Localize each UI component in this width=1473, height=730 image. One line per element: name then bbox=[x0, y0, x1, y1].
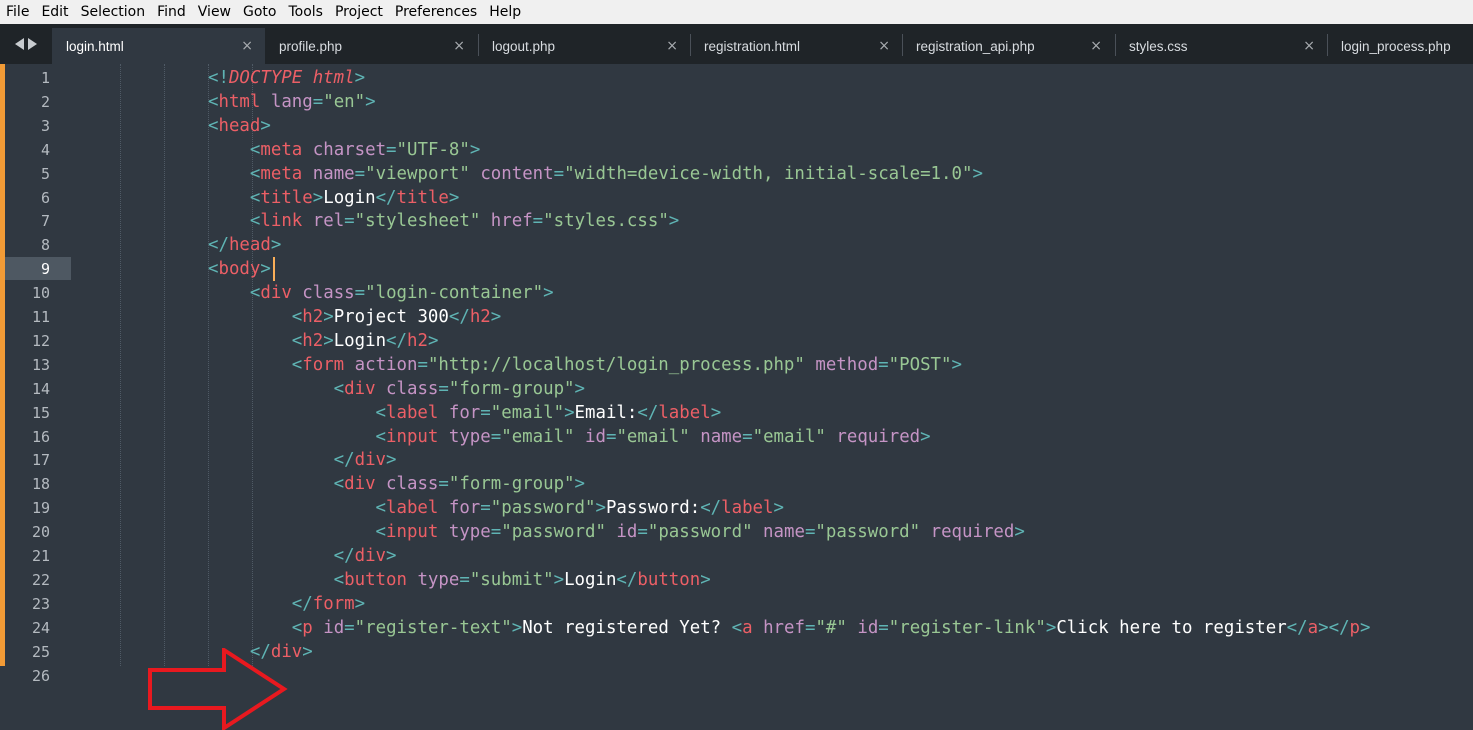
line-number: 5 bbox=[40, 164, 50, 183]
tab-separator bbox=[690, 34, 691, 56]
code-line: <html lang="en"> bbox=[208, 91, 376, 112]
line-number: 9 bbox=[40, 260, 50, 279]
code-line: <meta name="viewport" content="width=dev… bbox=[249, 163, 983, 184]
close-icon[interactable]: × bbox=[666, 38, 678, 54]
line-number-gutter: 1 2 3 4 5 6 7 8 9 10 11 12 13 14 15 16 17 18 19 20 21 22 23 24 2… bbox=[5, 64, 75, 685]
tab-bar: login.html × profile.php × logout.php × regist… bbox=[0, 24, 1473, 64]
tab-separator bbox=[1327, 34, 1328, 56]
code-line: <p id="register-text">Not registered Yet… bbox=[291, 617, 1371, 638]
code-line: <head> bbox=[208, 115, 271, 136]
close-icon[interactable]: × bbox=[1303, 38, 1315, 54]
tab-registration-html[interactable]: registration.html × bbox=[690, 28, 902, 64]
tab-separator bbox=[902, 34, 903, 56]
code-line: <h2>Login</h2> bbox=[291, 330, 439, 351]
tab-label: registration.html bbox=[704, 38, 801, 54]
code-line: <meta charset="UTF-8"> bbox=[249, 139, 481, 160]
tab-label: login.html bbox=[66, 38, 124, 54]
tab-login-process-php[interactable]: login_process.php bbox=[1327, 28, 1473, 64]
tab-logout-php[interactable]: logout.php × bbox=[478, 28, 690, 64]
tab-navigation bbox=[0, 24, 52, 64]
code-line: <button type="submit">Login</button> bbox=[333, 569, 711, 590]
menu-project[interactable]: Project bbox=[329, 0, 389, 24]
line-number: 4 bbox=[40, 140, 50, 159]
close-icon[interactable]: × bbox=[1090, 38, 1102, 54]
line-number: 3 bbox=[40, 116, 50, 135]
line-number: 1 bbox=[40, 69, 50, 87]
menu-tools[interactable]: Tools bbox=[282, 0, 329, 24]
code-line: <form action="http://localhost/login_pro… bbox=[291, 354, 962, 375]
code-line: <div class="form-group"> bbox=[333, 378, 585, 399]
line-number: 21 bbox=[31, 547, 50, 565]
code-line: <body> bbox=[208, 259, 271, 280]
code-line: </div> bbox=[333, 546, 397, 566]
code-line: <title>Login</title> bbox=[249, 187, 460, 208]
menu-find[interactable]: Find bbox=[151, 0, 192, 24]
tab-styles-css[interactable]: styles.css × bbox=[1115, 28, 1327, 64]
tab-profile-php[interactable]: profile.php × bbox=[265, 28, 477, 64]
line-number: 2 bbox=[40, 92, 50, 111]
line-number: 17 bbox=[31, 451, 50, 470]
line-number: 14 bbox=[31, 379, 50, 398]
menu-preferences[interactable]: Preferences bbox=[389, 0, 483, 24]
menu-goto[interactable]: Goto bbox=[237, 0, 282, 24]
line-number: 25 bbox=[31, 642, 50, 661]
line-number: 20 bbox=[31, 523, 50, 542]
tab-login-html[interactable]: login.html × bbox=[52, 28, 265, 64]
line-number: 13 bbox=[31, 355, 50, 374]
indent-guide bbox=[164, 64, 165, 666]
line-number: 22 bbox=[31, 570, 50, 589]
line-number: 11 bbox=[31, 308, 50, 326]
code-line: </head> bbox=[208, 235, 282, 256]
tab-label: profile.php bbox=[279, 38, 343, 54]
line-number: 23 bbox=[31, 594, 50, 613]
close-icon[interactable]: × bbox=[453, 38, 465, 54]
code-line: </form> bbox=[291, 593, 366, 614]
menu-view[interactable]: View bbox=[192, 0, 237, 24]
indent-guide bbox=[120, 64, 121, 666]
code-editor[interactable]: 1 2 3 4 5 6 7 8 9 10 11 12 13 14 15 16 17 18 19 20 21 22 23 24 2… bbox=[0, 64, 1473, 730]
code-line: <h2>Project 300</h2> bbox=[291, 307, 502, 327]
code-line: <label for="password">Password:</label> bbox=[375, 498, 784, 519]
close-icon[interactable]: × bbox=[878, 38, 890, 54]
menu-file[interactable]: File bbox=[0, 0, 35, 24]
tab-registration-api-php[interactable]: registration_api.php × bbox=[902, 28, 1114, 64]
nav-left-arrow-icon[interactable] bbox=[15, 38, 24, 50]
menu-edit[interactable]: Edit bbox=[35, 0, 74, 24]
menu-bar: File Edit Selection Find View Goto Tools Projec… bbox=[0, 0, 1473, 24]
line-number: 6 bbox=[40, 188, 50, 207]
text-caret bbox=[273, 257, 276, 282]
line-number: 10 bbox=[31, 284, 50, 303]
code-line: </div> bbox=[333, 450, 397, 471]
line-number: 7 bbox=[40, 212, 50, 231]
line-number: 18 bbox=[31, 475, 50, 494]
menu-help[interactable]: Help bbox=[483, 0, 527, 24]
code-line: <label for="email">Email:</label> bbox=[375, 402, 722, 423]
code-line: <div class="login-container"> bbox=[249, 283, 554, 304]
annotation-arrow-icon bbox=[148, 648, 288, 730]
code-area[interactable]: <!DOCTYPE html> <html lang="en"> <head> <m… bbox=[75, 64, 1473, 666]
tab-label: styles.css bbox=[1129, 38, 1188, 54]
tab-label: login_process.php bbox=[1341, 38, 1451, 54]
line-number: 19 bbox=[31, 499, 50, 518]
tab-label: logout.php bbox=[492, 38, 556, 54]
line-number: 26 bbox=[31, 666, 50, 685]
code-line: <input type="email" id="email" name="ema… bbox=[375, 426, 931, 447]
code-line: <input type="password" id="password" nam… bbox=[375, 522, 1025, 543]
tab-separator bbox=[1115, 34, 1116, 56]
code-line: <link rel="stylesheet" href="styles.css"… bbox=[249, 211, 680, 232]
menu-selection[interactable]: Selection bbox=[75, 0, 152, 24]
tab-label: registration_api.php bbox=[916, 38, 1035, 54]
line-number: 12 bbox=[31, 331, 50, 350]
tab-separator bbox=[478, 34, 479, 56]
line-number: 24 bbox=[31, 618, 50, 637]
line-number: 16 bbox=[31, 427, 50, 446]
line-number: 15 bbox=[31, 403, 50, 422]
line-number: 8 bbox=[40, 236, 50, 255]
code-line: <!DOCTYPE html> bbox=[208, 68, 366, 88]
close-icon[interactable]: × bbox=[241, 38, 253, 54]
code-line: <div class="form-group"> bbox=[333, 474, 585, 495]
nav-right-arrow-icon[interactable] bbox=[28, 38, 37, 50]
